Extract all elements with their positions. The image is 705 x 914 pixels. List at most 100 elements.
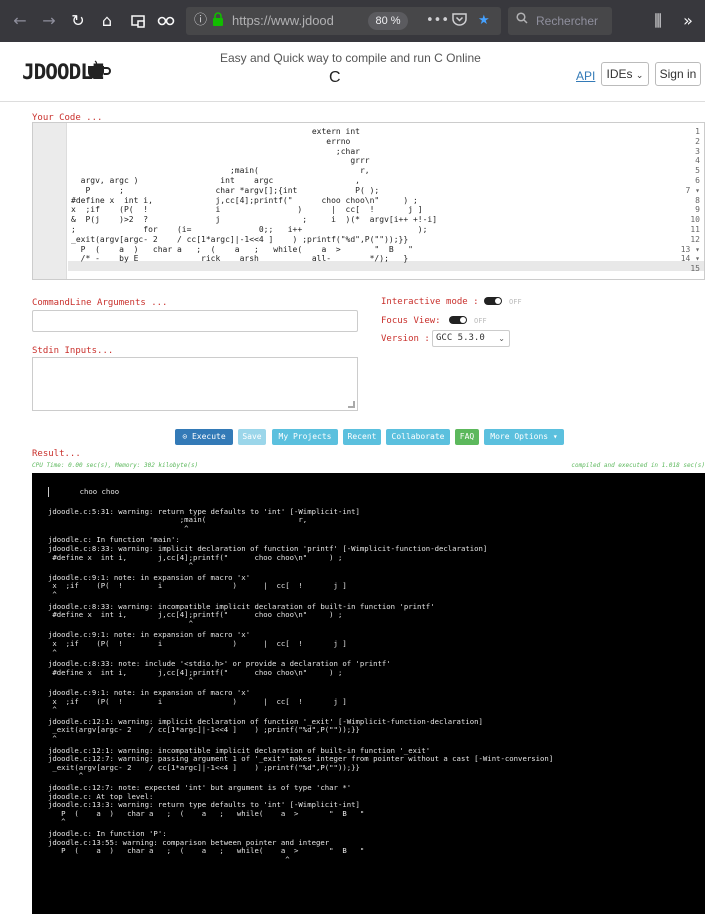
zoom-level[interactable]: 80 % bbox=[368, 12, 408, 30]
language-title: C bbox=[329, 69, 341, 86]
url-text[interactable]: https://www.jdood bbox=[232, 13, 337, 28]
reload-icon[interactable]: ↻ bbox=[66, 9, 90, 33]
code-line[interactable]: grrr bbox=[71, 156, 369, 166]
forward-icon[interactable]: → bbox=[37, 9, 61, 33]
recent-button[interactable]: Recent bbox=[343, 429, 381, 445]
my-projects-button[interactable]: My Projects bbox=[272, 429, 338, 445]
code-line[interactable]: ; for (i= 0;; i++ ); bbox=[71, 225, 427, 235]
focus-view-off-text: OFF bbox=[474, 317, 487, 325]
execution-status: compiled and executed in 1.018 sec(s) bbox=[571, 462, 705, 469]
code-line[interactable]: extern int bbox=[71, 127, 360, 137]
output-line: ^ bbox=[48, 618, 193, 628]
code-line[interactable]: & P(j )>2 ? j ; i )(* argv[i++ +!-i] bbox=[71, 215, 437, 225]
execute-button[interactable]: ⊙ Execute bbox=[175, 429, 233, 445]
logo-cup-icon bbox=[86, 60, 112, 80]
code-line[interactable]: /* - by E rick arsh all- */); } bbox=[71, 254, 409, 264]
code-line[interactable]: x ;if (P( ! i ) | cc[ ! j ] bbox=[71, 205, 423, 215]
collaborate-button[interactable]: Collaborate bbox=[386, 429, 450, 445]
output-line: _exit(argv[argc- 2 / cc[1*argc]|-1<<4 ] … bbox=[48, 725, 360, 735]
code-line[interactable]: P ( a ) char a ; ( a ; while( a > " B " bbox=[71, 245, 413, 255]
pocket-icon[interactable] bbox=[452, 12, 467, 32]
library-icon[interactable]: ⫼ bbox=[646, 9, 670, 33]
lock-icon[interactable] bbox=[212, 12, 224, 32]
tagline: Easy and Quick way to compile and run C … bbox=[220, 51, 481, 65]
bookmark-star-icon[interactable]: ★ bbox=[478, 12, 490, 30]
code-line[interactable]: P ; char *argv[];{int P( ); bbox=[71, 186, 379, 196]
info-icon[interactable]: ⓘ bbox=[194, 12, 207, 30]
code-editor[interactable]: 1234567 ▾ 8 9 10 11 12 13 ▾ 14 ▾ 15 extern int e… bbox=[32, 122, 705, 280]
output-cursor bbox=[48, 487, 49, 497]
line-number: 8 bbox=[695, 195, 700, 205]
line-number: 13 ▾ bbox=[680, 244, 700, 254]
interactive-mode-label: Interactive mode : bbox=[381, 297, 479, 307]
pocket-link-icon[interactable] bbox=[154, 9, 178, 33]
search-bar[interactable]: Rechercher bbox=[508, 7, 612, 35]
output-line: x ;if (P( ! i ) | cc[ ! j ] bbox=[48, 581, 347, 591]
sign-in-button[interactable]: Sign in bbox=[655, 62, 701, 86]
interactive-mode-toggle[interactable] bbox=[484, 297, 502, 305]
screenshot-icon[interactable] bbox=[126, 9, 150, 33]
output-line: ^ bbox=[48, 705, 57, 715]
ides-dropdown-button[interactable]: IDEs ⌄ bbox=[601, 62, 649, 86]
code-line[interactable]: errno bbox=[71, 137, 350, 147]
output-line: P ( a ) char a ; ( a ; while( a > " B " bbox=[48, 808, 365, 818]
search-placeholder[interactable]: Rechercher bbox=[536, 14, 598, 28]
line-number: 3 bbox=[695, 146, 700, 156]
code-line[interactable]: ;main( r, bbox=[71, 166, 370, 176]
output-line: ^ bbox=[48, 854, 290, 864]
line-number: 10 bbox=[690, 215, 700, 225]
output-line: ^ bbox=[48, 817, 66, 827]
output-line: choo choo bbox=[62, 487, 120, 496]
overflow-menu-icon[interactable]: » bbox=[676, 9, 700, 33]
code-line[interactable]: argv, argc ) int argc , bbox=[71, 176, 360, 186]
browser-toolbar: ← → ↻ ⌂ ⓘ https://www.jdood 80 % ••• ★ R… bbox=[0, 0, 705, 42]
page-actions-icon[interactable]: ••• bbox=[426, 12, 449, 30]
line-number: 14 ▾ bbox=[680, 254, 700, 264]
version-value: GCC 5.3.0 bbox=[436, 333, 485, 343]
output-line: _exit(argv[argc- 2 / cc[1*argc]|-1<<4 ] … bbox=[48, 762, 360, 772]
output-line: ^ bbox=[48, 771, 84, 781]
version-select[interactable]: GCC 5.3.0 ⌄ bbox=[432, 330, 510, 347]
stdin-input[interactable] bbox=[32, 357, 358, 411]
execution-stats: CPU Time: 0.00 sec(s), Memory: 302 kilob… bbox=[32, 462, 199, 469]
focus-view-label: Focus View: bbox=[381, 316, 441, 326]
ides-label: IDEs bbox=[606, 67, 633, 81]
output-line: ^ bbox=[48, 647, 57, 657]
home-icon[interactable]: ⌂ bbox=[95, 9, 119, 33]
line-number: 1 bbox=[695, 127, 700, 136]
line-number: 15 bbox=[690, 264, 700, 274]
result-label: Result... bbox=[32, 449, 81, 459]
stdin-label: Stdin Inputs... bbox=[32, 346, 114, 356]
code-line[interactable]: #define x int i, j,cc[4];printf(" choo c… bbox=[71, 196, 418, 206]
line-number-gutter bbox=[33, 123, 67, 279]
args-label: CommandLine Arguments ... bbox=[32, 298, 168, 308]
code-line[interactable]: ;char bbox=[71, 147, 360, 157]
output-line: ^ bbox=[48, 734, 57, 743]
chevron-down-icon: ⌄ bbox=[498, 334, 505, 343]
faq-button[interactable]: FAQ bbox=[455, 429, 479, 445]
focus-view-toggle[interactable] bbox=[449, 316, 467, 324]
line-number: 2 bbox=[695, 136, 700, 146]
api-link[interactable]: API bbox=[576, 69, 595, 83]
site-header: JDOODLE Easy and Quick way to compile an… bbox=[0, 42, 705, 102]
line-number: 11 bbox=[690, 225, 700, 234]
line-number: 9 bbox=[695, 205, 700, 215]
resize-grip-icon[interactable] bbox=[348, 401, 355, 408]
chevron-down-icon: ⌄ bbox=[635, 71, 644, 81]
code-line[interactable]: _exit(argv[argc- 2 / cc[1*argc]|-1<<4 ] … bbox=[71, 235, 408, 245]
line-number: 12 bbox=[690, 234, 700, 244]
output-console[interactable]: choo choo jdoodle.c:5:31: warning: return… bbox=[32, 473, 705, 914]
interactive-mode-off-text: OFF bbox=[509, 298, 522, 306]
output-line: ^ bbox=[48, 561, 193, 571]
search-icon bbox=[516, 12, 528, 30]
output-line: x ;if (P( ! i ) | cc[ ! j ] bbox=[48, 639, 347, 648]
version-label: Version : bbox=[381, 334, 430, 344]
more-options-button[interactable]: More Options ▾ bbox=[484, 429, 564, 445]
save-button[interactable]: Save bbox=[238, 429, 266, 445]
back-icon[interactable]: ← bbox=[8, 9, 32, 33]
url-bar[interactable]: ⓘ https://www.jdood 80 % ••• ★ bbox=[186, 7, 501, 35]
command-line-args-input[interactable] bbox=[32, 310, 358, 332]
line-number: 7 ▾ bbox=[685, 185, 700, 195]
line-number: 5 bbox=[695, 166, 700, 176]
output-line: x ;if (P( ! i ) | cc[ ! j ] bbox=[48, 696, 347, 706]
